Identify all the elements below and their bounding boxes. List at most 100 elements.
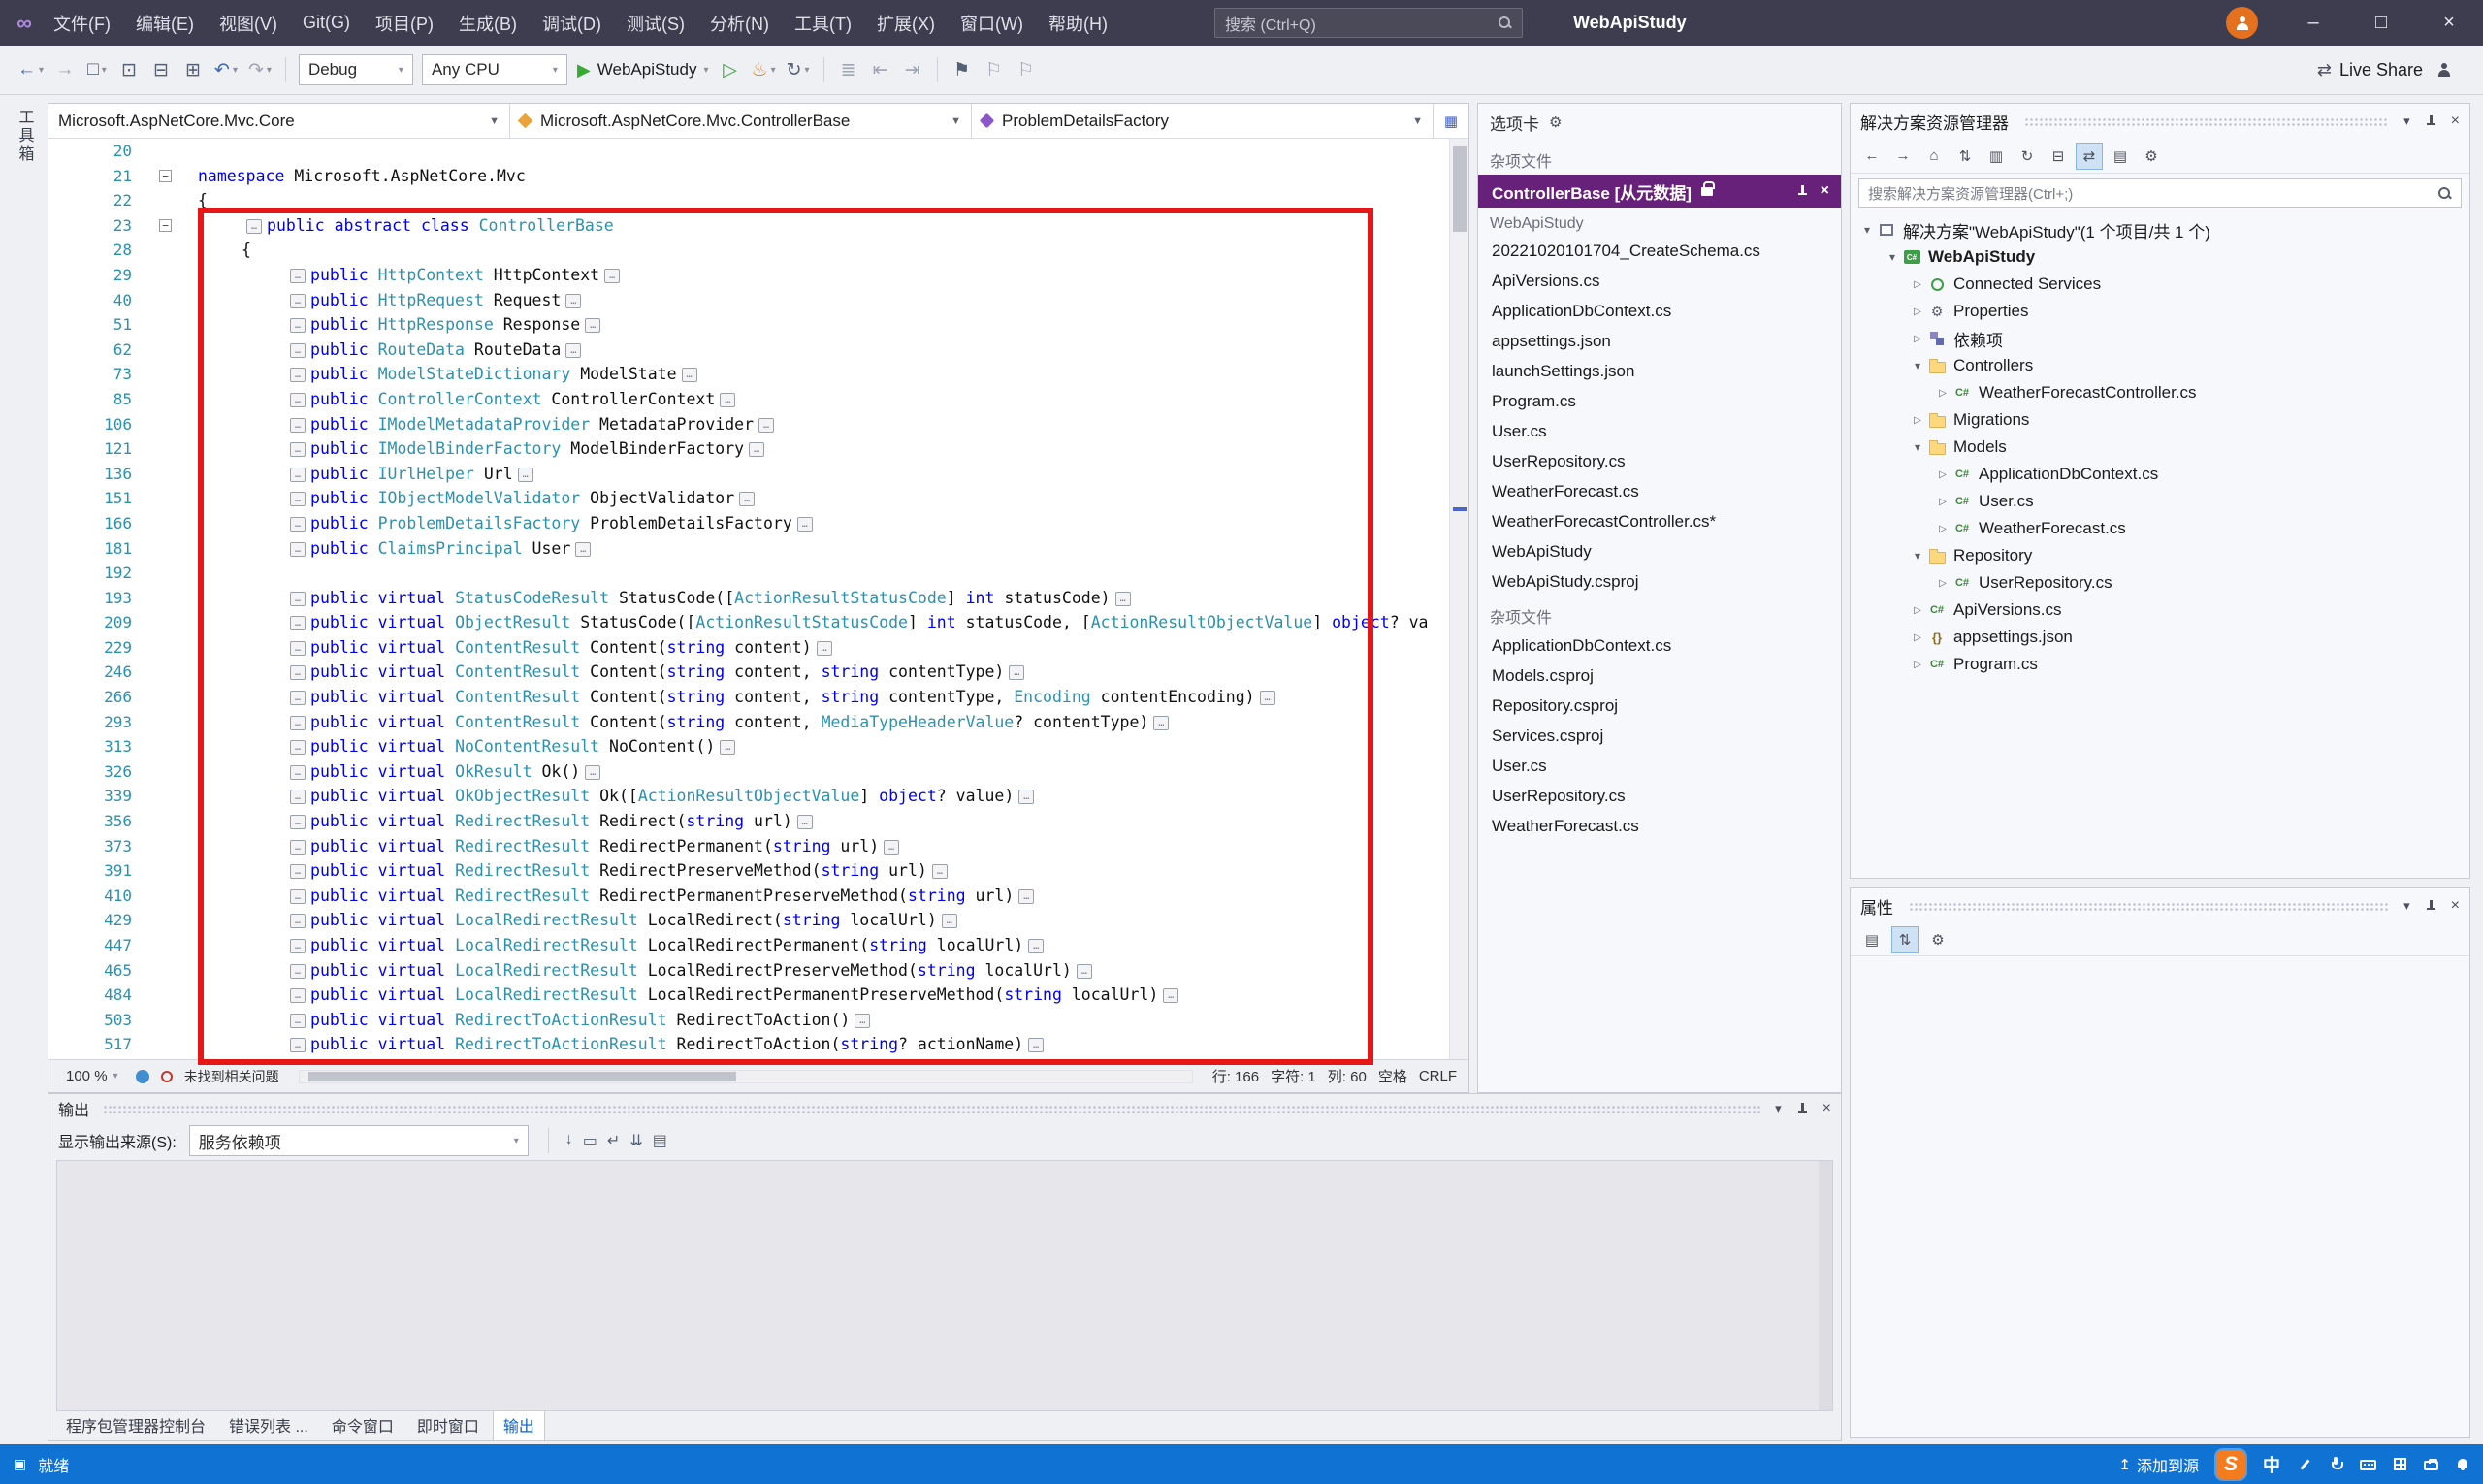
fold-collapse-icon[interactable]: −	[159, 169, 172, 182]
collapsed-region-box[interactable]: …	[749, 442, 765, 458]
pin-icon[interactable]	[1795, 1102, 1809, 1115]
output-content[interactable]	[56, 1160, 1833, 1411]
collapsed-region-box[interactable]: …	[290, 541, 306, 557]
next-bookmark-icon[interactable]: ⚐	[1012, 53, 1041, 86]
drag-grip[interactable]	[2024, 116, 2389, 126]
collapsed-region-box[interactable]: …	[720, 740, 736, 756]
expander-open-icon[interactable]: ▾	[1909, 549, 1926, 563]
tree-item[interactable]: ▷ C# ApiVersions.cs	[1851, 597, 2469, 624]
collapsed-region-box[interactable]: …	[290, 864, 306, 880]
save-icon[interactable]: ⊟	[146, 53, 176, 86]
collapsed-region-box[interactable]: …	[290, 839, 306, 855]
properties-icon[interactable]: ⚙	[2138, 143, 2165, 170]
breadcrumb-combo-2[interactable]: ProblemDetailsFactory ▼	[972, 104, 1434, 138]
collapsed-region-box[interactable]: …	[1018, 888, 1035, 904]
status-spaces[interactable]: 空格	[1378, 1066, 1407, 1086]
chevron-down-icon[interactable]: ▾	[1775, 1101, 1782, 1116]
open-log-icon[interactable]: ▤	[653, 1131, 667, 1150]
collapsed-region-box[interactable]: …	[739, 492, 756, 507]
document-list-item[interactable]: ApplicationDbContext.cs	[1478, 630, 1841, 661]
menu-item-4[interactable]: 项目(P)	[363, 0, 446, 46]
menu-item-3[interactable]: Git(G)	[290, 0, 363, 46]
toggle-bookmark-icon[interactable]: ⚑	[948, 53, 977, 86]
bottom-tab-命令窗口[interactable]: 命令窗口	[322, 1409, 403, 1440]
menu-item-2[interactable]: 视图(V)	[207, 0, 290, 46]
forward-icon[interactable]: →	[50, 53, 80, 86]
drag-grip[interactable]	[103, 1104, 1762, 1113]
document-list-item[interactable]: WeatherForecast.cs	[1478, 811, 1841, 841]
add-to-source-control-button[interactable]: ↥ 添加到源	[2118, 1453, 2199, 1476]
status-eol[interactable]: CRLF	[1419, 1068, 1457, 1084]
collapsed-region-box[interactable]: …	[1028, 939, 1045, 953]
expander-closed-icon[interactable]: ▷	[1934, 524, 1951, 534]
collapsed-region-box[interactable]: …	[290, 740, 306, 756]
collapsed-region-box[interactable]: …	[565, 293, 582, 308]
expander-closed-icon[interactable]: ▷	[1909, 632, 1926, 643]
collapsed-region-box[interactable]: …	[1163, 988, 1179, 1004]
tree-item[interactable]: ▷ Migrations	[1851, 406, 2469, 434]
collapsed-region-box[interactable]: …	[290, 516, 306, 532]
collapsed-region-box[interactable]: …	[290, 665, 306, 681]
find-in-files-icon[interactable]: ≣	[834, 53, 863, 86]
undo-icon[interactable]: ↶ ▾	[210, 53, 242, 86]
close-button[interactable]: ×	[2415, 0, 2483, 46]
navigate-backward-icon[interactable]: ⇤	[866, 53, 895, 86]
clear-all-icon[interactable]: ▭	[583, 1131, 597, 1150]
breadcrumb-combo-0[interactable]: Microsoft.AspNetCore.Mvc.Core ▼	[48, 104, 510, 138]
zoom-selector[interactable]: 100 % ▾	[60, 1066, 124, 1086]
tree-item[interactable]: ▷ Connected Services	[1851, 271, 2469, 298]
forward-icon[interactable]: →	[1889, 143, 1917, 170]
tree-item[interactable]: ▾ C# WebApiStudy	[1851, 243, 2469, 271]
tree-item[interactable]: ▷ ⚙ Properties	[1851, 298, 2469, 325]
account-avatar[interactable]	[2226, 7, 2258, 39]
collapsed-region-box[interactable]: …	[290, 467, 306, 482]
collapsed-region-box[interactable]: …	[585, 764, 601, 780]
tree-item[interactable]: ▷ C# User.cs	[1851, 488, 2469, 515]
scrollbar-thumb[interactable]	[307, 1071, 737, 1081]
collapsed-region-box[interactable]: …	[290, 1038, 306, 1053]
menu-item-7[interactable]: 测试(S)	[614, 0, 697, 46]
keyboard-icon[interactable]	[2360, 1460, 2376, 1470]
collapsed-region-box[interactable]: …	[796, 815, 813, 830]
collapsed-region-box[interactable]: …	[816, 640, 832, 656]
editor-horizontal-scrollbar[interactable]	[298, 1069, 1193, 1083]
chevron-down-icon[interactable]: ▾	[2403, 113, 2410, 129]
show-all-files-icon[interactable]: ▤	[2107, 143, 2134, 170]
go-to-message-icon[interactable]: ↓	[565, 1131, 573, 1150]
gear-icon[interactable]: ⚙	[1549, 113, 1562, 131]
collapsed-region-box[interactable]: …	[290, 764, 306, 780]
ime-toolbox-icon[interactable]	[2424, 1459, 2438, 1470]
switch-views-icon[interactable]: ⇅	[1951, 143, 1979, 170]
close-icon[interactable]: ×	[1821, 182, 1829, 200]
notifications-bell-icon[interactable]	[2456, 1458, 2469, 1471]
chevron-down-icon[interactable]: ▾	[2403, 898, 2410, 914]
document-list-item[interactable]: ControllerBase [从元数据] ×	[1478, 175, 1841, 208]
collapsed-region-box[interactable]: …	[290, 888, 306, 904]
background-tasks-icon[interactable]: ▣	[14, 1456, 26, 1472]
code-area[interactable]: 20 21− namespace Microsoft.AspNetCore.Mvc 2…	[48, 139, 1468, 1059]
tree-item[interactable]: ▷ C# ApplicationDbContext.cs	[1851, 461, 2469, 488]
document-list-item[interactable]: WeatherForecastController.cs*	[1478, 506, 1841, 536]
refresh-icon[interactable]: ↻	[2014, 143, 2041, 170]
document-list-item[interactable]: ApplicationDbContext.cs	[1478, 296, 1841, 326]
fold-collapse-icon[interactable]: −	[159, 218, 172, 232]
menu-item-9[interactable]: 工具(T)	[782, 0, 864, 46]
expander-closed-icon[interactable]: ▷	[1934, 578, 1951, 589]
solution-search-input[interactable]: 搜索解决方案资源管理器(Ctrl+;)	[1858, 178, 2462, 208]
collapsed-region-box[interactable]: …	[575, 541, 592, 557]
start-debug-button[interactable]: ▶ WebApiStudy ▾	[573, 53, 713, 86]
editor-vertical-scrollbar[interactable]	[1449, 139, 1468, 1059]
menu-item-0[interactable]: 文件(F)	[41, 0, 123, 46]
expander-closed-icon[interactable]: ▷	[1909, 306, 1926, 317]
menu-item-6[interactable]: 调试(D)	[530, 0, 614, 46]
document-list-item[interactable]: WebApiStudy.csproj	[1478, 566, 1841, 597]
collapsed-region-box[interactable]: …	[290, 293, 306, 308]
alphabetical-icon[interactable]: ⇅	[1891, 925, 1919, 953]
document-list-item[interactable]: appsettings.json	[1478, 326, 1841, 356]
collapsed-region-box[interactable]: …	[931, 864, 948, 880]
issues-indicator-icon[interactable]	[160, 1070, 173, 1082]
output-source-combo[interactable]: 服务依赖项 ▾	[188, 1125, 529, 1156]
close-icon[interactable]: ×	[2451, 897, 2460, 915]
status-col[interactable]: 列: 60	[1328, 1066, 1367, 1086]
collapsed-region-box[interactable]: …	[290, 715, 306, 730]
